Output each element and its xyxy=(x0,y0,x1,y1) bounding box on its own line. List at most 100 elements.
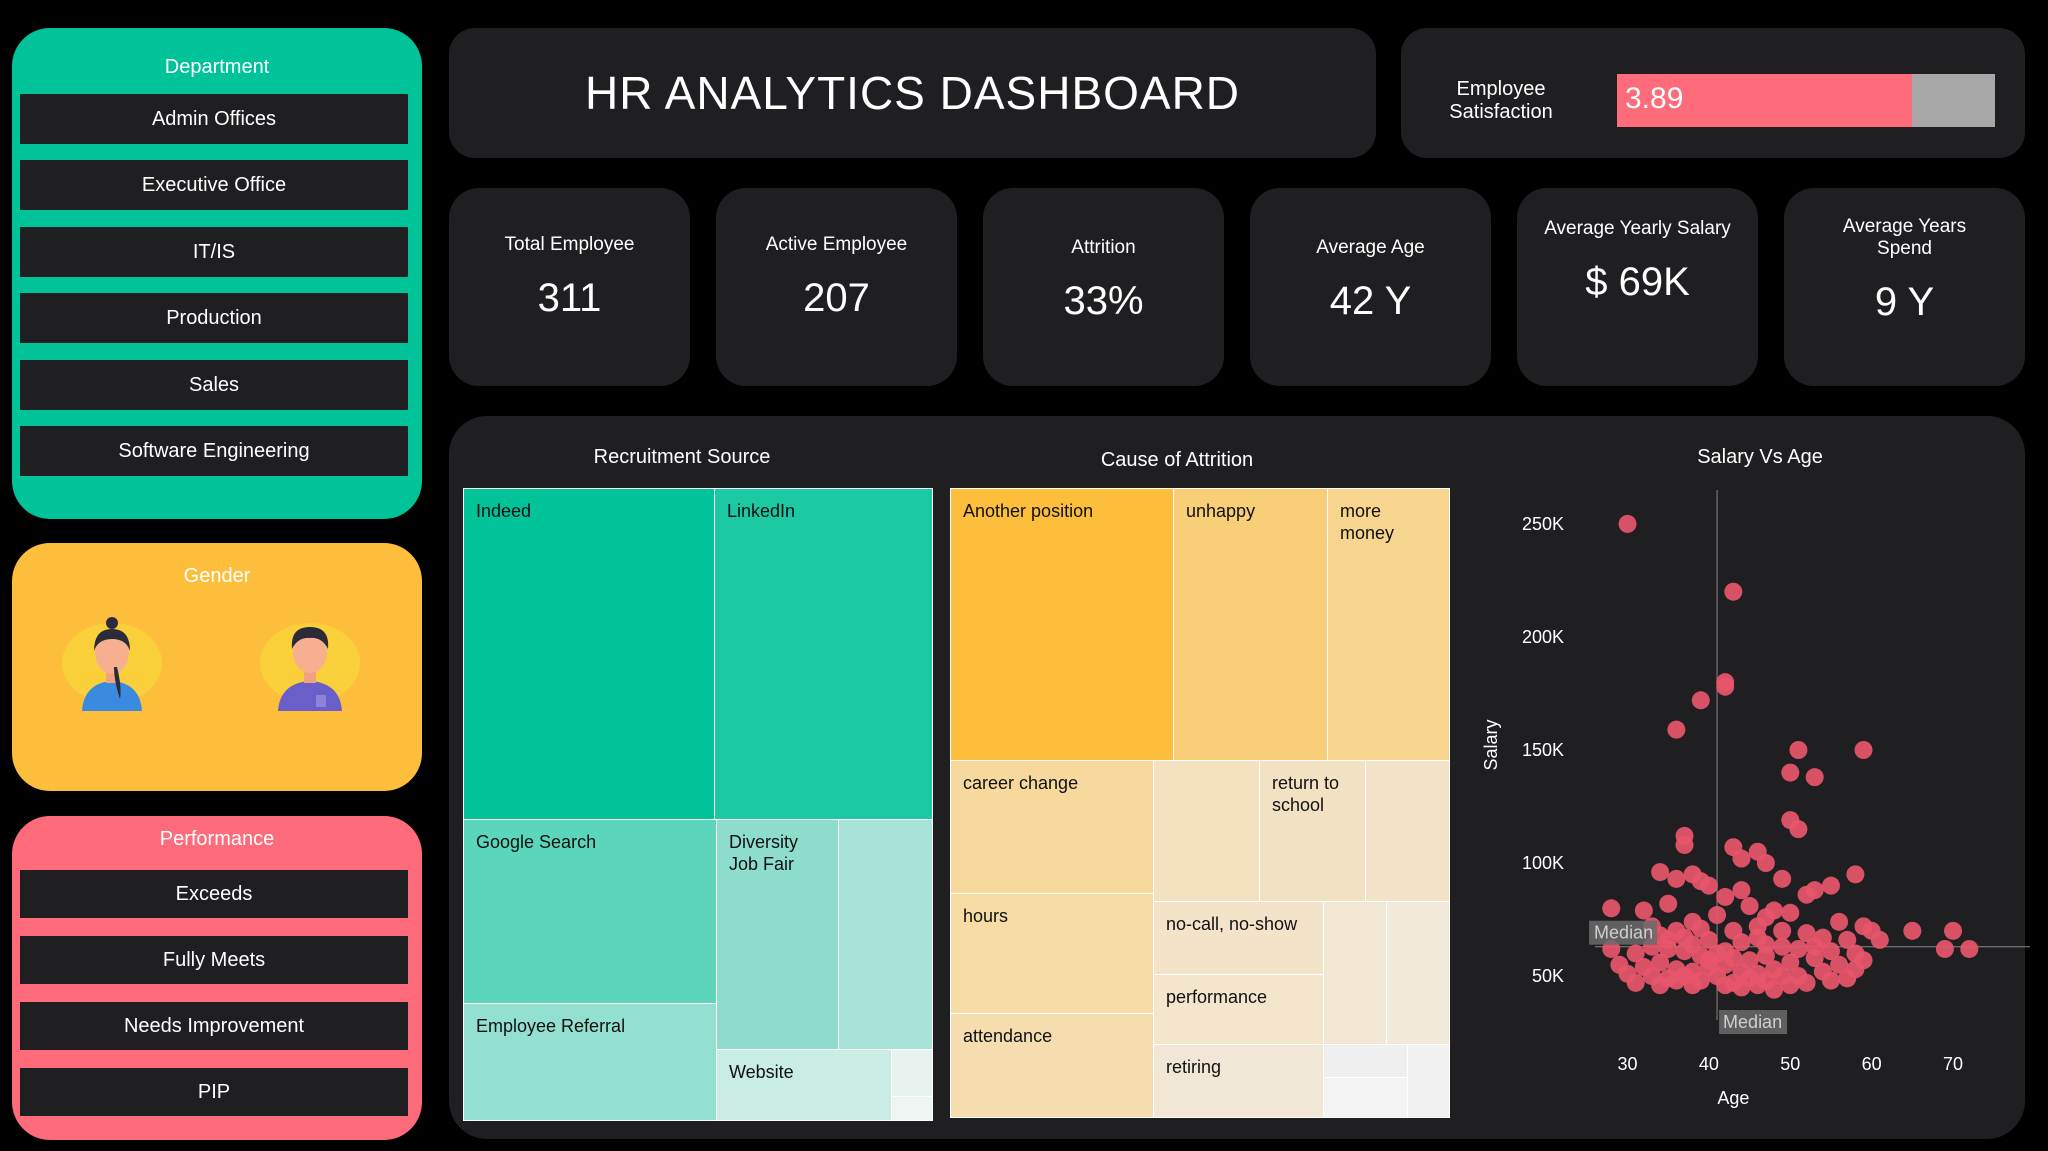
data-point[interactable] xyxy=(1651,863,1670,882)
tile-small-source-1[interactable] xyxy=(891,1049,933,1097)
data-point[interactable] xyxy=(1903,921,1922,940)
data-point[interactable] xyxy=(1716,677,1735,696)
data-point[interactable] xyxy=(1870,930,1889,949)
data-point[interactable] xyxy=(1716,942,1735,961)
data-point[interactable] xyxy=(1667,720,1686,739)
data-point[interactable] xyxy=(1667,971,1686,990)
data-point[interactable] xyxy=(1716,976,1735,995)
tile-unlabeled-cause-4[interactable] xyxy=(1386,901,1450,1045)
data-point[interactable] xyxy=(1724,582,1743,601)
tile-unhappy[interactable]: unhappy xyxy=(1173,488,1328,761)
department-sales[interactable]: Sales xyxy=(20,360,408,410)
data-point[interactable] xyxy=(1708,906,1727,925)
data-point[interactable] xyxy=(1683,935,1702,954)
data-point[interactable] xyxy=(1854,741,1873,759)
data-point[interactable] xyxy=(1773,869,1792,888)
data-point[interactable] xyxy=(1667,869,1686,888)
tile-attendance[interactable]: attendance xyxy=(950,1013,1154,1118)
data-point[interactable] xyxy=(1732,849,1751,868)
data-point[interactable] xyxy=(1618,514,1637,533)
male-avatar-icon[interactable] xyxy=(260,611,360,711)
data-point[interactable] xyxy=(1699,876,1718,895)
tile-small-cause-1[interactable] xyxy=(1323,1044,1408,1078)
data-point[interactable] xyxy=(1699,951,1718,970)
tile-return-to-school[interactable]: return to school xyxy=(1259,760,1366,902)
department-it-is[interactable]: IT/IS xyxy=(20,227,408,277)
data-point[interactable] xyxy=(1732,978,1751,997)
tile-performance[interactable]: performance xyxy=(1153,974,1324,1045)
tile-unlabeled-cause-3[interactable] xyxy=(1323,901,1387,1045)
data-point[interactable] xyxy=(1716,887,1735,906)
kpi-value: 311 xyxy=(537,276,602,320)
tile-career-change[interactable]: career change xyxy=(950,760,1154,894)
data-point[interactable] xyxy=(1960,939,1979,958)
data-point[interactable] xyxy=(1765,980,1784,999)
data-point[interactable] xyxy=(1748,928,1767,947)
performance-exceeds[interactable]: Exceeds xyxy=(20,870,408,918)
data-point[interactable] xyxy=(1797,885,1816,904)
data-point[interactable] xyxy=(1935,939,1954,958)
data-point[interactable] xyxy=(1830,912,1849,931)
data-point[interactable] xyxy=(1781,976,1800,995)
data-point[interactable] xyxy=(1651,976,1670,995)
tile-diversity-job-fair[interactable]: Diversity Job Fair xyxy=(716,819,839,1050)
data-point[interactable] xyxy=(1634,901,1653,920)
tile-retiring[interactable]: retiring xyxy=(1153,1044,1324,1118)
data-point[interactable] xyxy=(1821,876,1840,895)
data-point[interactable] xyxy=(1789,741,1808,759)
data-point[interactable] xyxy=(1691,691,1710,710)
data-point[interactable] xyxy=(1748,976,1767,995)
data-point[interactable] xyxy=(1944,921,1963,940)
performance-pip[interactable]: PIP xyxy=(20,1068,408,1116)
performance-needs-improvement[interactable]: Needs Improvement xyxy=(20,1002,408,1050)
tile-no-call-no-show[interactable]: no-call, no-show xyxy=(1153,901,1324,975)
data-point[interactable] xyxy=(1797,973,1816,992)
tile-indeed[interactable]: Indeed xyxy=(463,488,715,820)
data-point[interactable] xyxy=(1659,930,1678,949)
tile-small-cause-3[interactable] xyxy=(1323,1077,1408,1118)
data-point[interactable] xyxy=(1773,921,1792,940)
data-point[interactable] xyxy=(1675,835,1694,854)
department-software-engineering[interactable]: Software Engineering xyxy=(20,426,408,476)
data-point[interactable] xyxy=(1756,854,1775,873)
median-label-x: Median xyxy=(1723,1012,1782,1032)
data-point[interactable] xyxy=(1732,933,1751,952)
female-avatar-icon[interactable] xyxy=(62,611,162,711)
tile-unlabeled-cause-2[interactable] xyxy=(1365,760,1450,902)
data-point[interactable] xyxy=(1626,973,1645,992)
tile-linkedin[interactable]: LinkedIn xyxy=(714,488,933,820)
tile-label: LinkedIn xyxy=(727,501,796,521)
data-point[interactable] xyxy=(1789,820,1808,839)
tile-hours[interactable]: hours xyxy=(950,893,1154,1014)
tile-unlabeled-cause-1[interactable] xyxy=(1153,760,1260,902)
data-point[interactable] xyxy=(1781,763,1800,782)
data-point[interactable] xyxy=(1805,937,1824,956)
tile-small-cause-2[interactable] xyxy=(1407,1044,1450,1118)
tile-more-money[interactable]: more money xyxy=(1327,488,1450,761)
tile-unlabeled-source[interactable] xyxy=(838,819,933,1050)
tile-small-source-2[interactable] xyxy=(891,1096,933,1121)
data-point[interactable] xyxy=(1821,971,1840,990)
tile-label-line1: Diversity xyxy=(729,832,799,852)
data-point[interactable] xyxy=(1659,894,1678,913)
tile-google-search[interactable]: Google Search xyxy=(463,819,717,1004)
kpi-value: 9 Y xyxy=(1874,280,1935,324)
data-point[interactable] xyxy=(1846,865,1865,884)
data-point[interactable] xyxy=(1773,937,1792,956)
department-executive-office[interactable]: Executive Office xyxy=(20,160,408,210)
kpi-value: 33% xyxy=(1063,279,1144,323)
tile-label: unhappy xyxy=(1186,501,1256,521)
tile-employee-referral[interactable]: Employee Referral xyxy=(463,1003,717,1121)
data-point[interactable] xyxy=(1838,969,1857,988)
department-production[interactable]: Production xyxy=(20,293,408,343)
tile-another-position[interactable]: Another position xyxy=(950,488,1174,761)
data-point[interactable] xyxy=(1602,899,1621,918)
data-point[interactable] xyxy=(1732,881,1751,900)
performance-fully-meets[interactable]: Fully Meets xyxy=(20,936,408,984)
data-point[interactable] xyxy=(1805,768,1824,787)
data-point[interactable] xyxy=(1781,903,1800,922)
data-point[interactable] xyxy=(1683,976,1702,995)
tile-website[interactable]: Website xyxy=(716,1049,892,1121)
data-point[interactable] xyxy=(1740,897,1759,915)
department-admin-offices[interactable]: Admin Offices xyxy=(20,94,408,144)
